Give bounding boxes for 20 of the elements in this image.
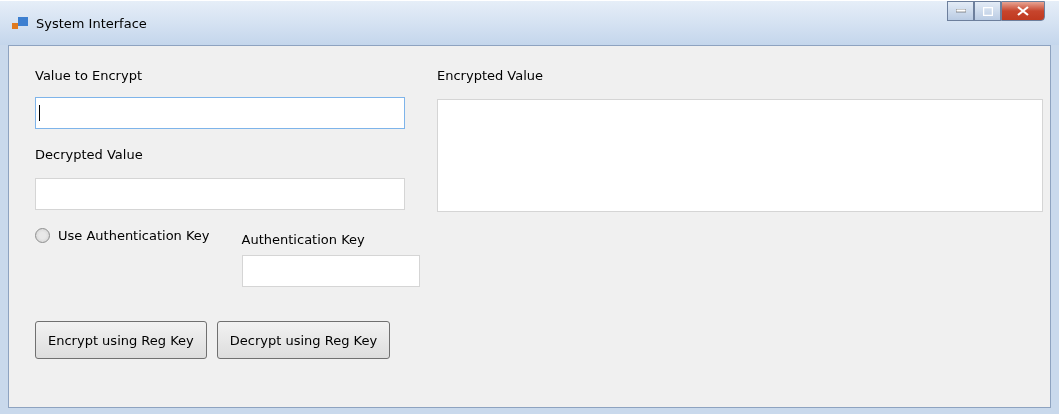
- input-field[interactable]: [35, 178, 405, 210]
- app-icon: [12, 15, 28, 31]
- maximize-button[interactable]: [974, 1, 1001, 21]
- field-label: Authentication Key: [241, 232, 366, 247]
- action-button[interactable]: Decrypt using Reg Key: [216, 321, 391, 359]
- output-field[interactable]: [437, 99, 1043, 212]
- window-title: System Interface: [36, 15, 148, 31]
- maximize-icon: [982, 6, 993, 16]
- field-label: Value to Encrypt: [35, 68, 143, 83]
- input-field[interactable]: [35, 97, 405, 129]
- input-field[interactable]: [241, 255, 420, 287]
- close-button[interactable]: [1001, 1, 1045, 21]
- close-icon: [1017, 6, 1029, 16]
- field-label: Decrypted Value: [35, 147, 144, 162]
- action-button[interactable]: Encrypt using Reg Key: [35, 321, 207, 359]
- minimize-icon: [955, 9, 966, 13]
- minimize-button[interactable]: [947, 1, 974, 21]
- radio-button[interactable]: Use Authentication Key: [35, 228, 210, 243]
- field-label: Encrypted Value: [437, 68, 545, 83]
- text-cursor: [39, 105, 40, 121]
